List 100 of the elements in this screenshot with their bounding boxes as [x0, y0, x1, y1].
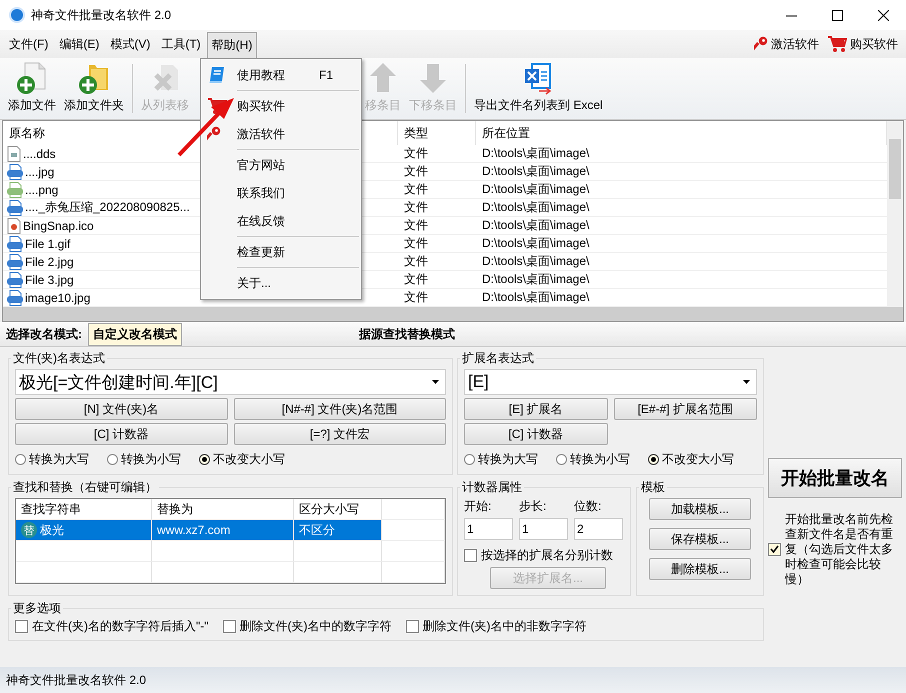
menu-link[interactable]: 购买软件	[850, 36, 898, 52]
file-name[interactable]: image10.jpg	[25, 290, 90, 304]
duplicate-check-checkbox[interactable]: 开始批量改名前先检查新文件名是否有重复（勾选后文件太多时检查可能会比较慢）	[768, 512, 902, 587]
image-file-icon	[7, 236, 23, 252]
table-cell-text: 文件	[403, 181, 429, 198]
vertical-scrollbar[interactable]	[887, 121, 903, 307]
radio-label[interactable]: 转换为大写	[29, 451, 89, 468]
image-file-icon	[7, 182, 23, 198]
dropdown-caret-icon[interactable]	[743, 380, 750, 384]
file-name[interactable]: File 2.jpg	[25, 254, 74, 268]
menu-item[interactable]: 官方网站	[201, 151, 361, 179]
option-checkbox[interactable]: 删除文件(夹)名中的数字字符	[222, 619, 392, 634]
menu-item[interactable]: 模式(V)	[105, 30, 156, 58]
column-header[interactable]: 类型	[398, 121, 476, 145]
toolbar-button[interactable]: 添加文件	[4, 58, 60, 119]
number-field[interactable]: 1	[519, 518, 568, 540]
radio-label[interactable]: 转换为大写	[478, 451, 538, 468]
status-bar: 神奇文件批量改名软件 2.0	[0, 667, 906, 693]
radio-button[interactable]	[107, 454, 118, 465]
group-title: 文件(夹)名表达式	[12, 350, 106, 367]
start-rename-button[interactable]: 开始批量改名	[768, 458, 902, 498]
table-cell-text: 文件	[403, 235, 429, 252]
option-checkbox[interactable]: 删除文件(夹)名中的非数字字符	[406, 619, 587, 634]
annotation-arrow	[176, 96, 236, 158]
table-cell-text: D:\tools\桌面\image\	[481, 181, 590, 198]
mode-label: 选择改名模式:	[6, 326, 82, 342]
image-file-icon	[7, 272, 23, 288]
template-button[interactable]: 删除模板...	[649, 558, 751, 580]
file-name[interactable]: File 1.gif	[25, 236, 70, 250]
checkmark-icon	[770, 545, 779, 554]
number-field[interactable]: 2	[574, 518, 623, 540]
table-cell-text: 文件	[403, 289, 429, 306]
table-cell	[382, 499, 445, 520]
table-cell[interactable]: 不区分	[294, 520, 382, 541]
table-cell[interactable]: www.xz7.com	[152, 520, 294, 541]
radio-label[interactable]: 转换为小写	[121, 451, 181, 468]
menu-item[interactable]: 检查更新	[201, 238, 361, 266]
group-title: 计数器属性	[461, 479, 523, 496]
radio-button[interactable]	[199, 454, 210, 465]
book-icon	[207, 65, 227, 85]
table-cell-text: 文件	[403, 199, 429, 216]
file-name[interactable]: ....dds	[23, 146, 56, 160]
maximize-icon[interactable]	[832, 10, 842, 20]
mode-tab[interactable]: 自定义改名模式	[88, 322, 182, 346]
insert-button[interactable]: [C] 计数器	[15, 423, 228, 445]
table-cell-text: D:\tools\桌面\image\	[481, 199, 590, 216]
radio-label[interactable]: 转换为小写	[570, 451, 630, 468]
menu-item[interactable]: 工具(T)	[156, 30, 206, 58]
horizontal-scrollbar[interactable]	[3, 307, 903, 321]
expression-combo[interactable]: 极光[=文件创建时间.年][C]	[15, 369, 446, 395]
menu-item[interactable]: 联系我们	[201, 179, 361, 207]
radio-button[interactable]	[15, 454, 26, 465]
insert-button[interactable]: [E] 扩展名	[464, 398, 608, 420]
table-cell	[382, 520, 445, 541]
menu-item[interactable]: 在线反馈	[201, 207, 361, 235]
table-cell-text: D:\tools\桌面\image\	[481, 163, 590, 180]
insert-button[interactable]: [E#-#] 扩展名范围	[614, 398, 757, 420]
template-button[interactable]: 保存模板...	[649, 528, 751, 550]
menu-item[interactable]: 帮助(H)	[206, 32, 258, 60]
file-name[interactable]: ....png	[25, 182, 58, 196]
number-field[interactable]: 1	[464, 518, 513, 540]
radio-label[interactable]: 不改变大小写	[662, 451, 734, 468]
key-icon	[754, 36, 768, 52]
image-file-icon	[7, 164, 23, 180]
toolbar-button[interactable]: 导出文件名列表到 Excel	[470, 58, 607, 119]
app-icon	[9, 7, 25, 23]
radio-button[interactable]	[556, 454, 567, 465]
file-name[interactable]: BingSnap.ico	[23, 218, 94, 232]
menu-item[interactable]: 关于...	[201, 269, 361, 297]
dropdown-caret-icon[interactable]	[432, 380, 439, 384]
file-name[interactable]: ....jpg	[25, 164, 54, 178]
radio-button[interactable]	[648, 454, 659, 465]
insert-button[interactable]: [C] 计数器	[464, 423, 608, 445]
group-title: 更多选项	[12, 600, 62, 617]
insert-button[interactable]: [N#-#] 文件(夹)名范围	[234, 398, 446, 420]
toolbar-button[interactable]: 添加文件夹	[60, 58, 128, 119]
table-cell-text: D:\tools\桌面\image\	[481, 235, 590, 252]
menu-item[interactable]: 编辑(E)	[54, 30, 104, 58]
template-button[interactable]: 加载模板...	[649, 498, 751, 520]
close-icon[interactable]	[878, 10, 888, 20]
group-title: 查找和替换（右键可编辑）	[12, 479, 158, 496]
table-cell-text: D:\tools\桌面\image\	[481, 145, 590, 162]
file-name[interactable]: File 3.jpg	[25, 272, 74, 286]
radio-label[interactable]: 不改变大小写	[213, 451, 285, 468]
mode-tab[interactable]: 据源查找替换模式	[354, 322, 460, 346]
menu-link[interactable]: 激活软件	[771, 36, 819, 52]
table-cell[interactable]: 替 极光	[16, 520, 152, 541]
option-checkbox[interactable]: 在文件(夹)名的数字字符后插入"-"	[15, 619, 209, 634]
image-file-icon	[7, 254, 23, 270]
radio-button[interactable]	[464, 454, 475, 465]
menu-item[interactable]: 使用教程 F1	[201, 61, 361, 89]
table-cell-text: 文件	[403, 217, 429, 234]
expression-combo[interactable]: [E]	[464, 369, 757, 395]
file-name[interactable]: ...._赤兔压缩_202208090825...	[25, 199, 190, 216]
table-cell-text: D:\tools\桌面\image\	[481, 217, 590, 234]
insert-button[interactable]: [=?] 文件宏	[234, 423, 446, 445]
per-extension-checkbox[interactable]: 按选择的扩展名分别计数	[464, 548, 624, 563]
insert-button[interactable]: [N] 文件(夹)名	[15, 398, 228, 420]
menu-item[interactable]: 文件(F)	[4, 30, 54, 58]
table-cell-text: 文件	[403, 253, 429, 270]
